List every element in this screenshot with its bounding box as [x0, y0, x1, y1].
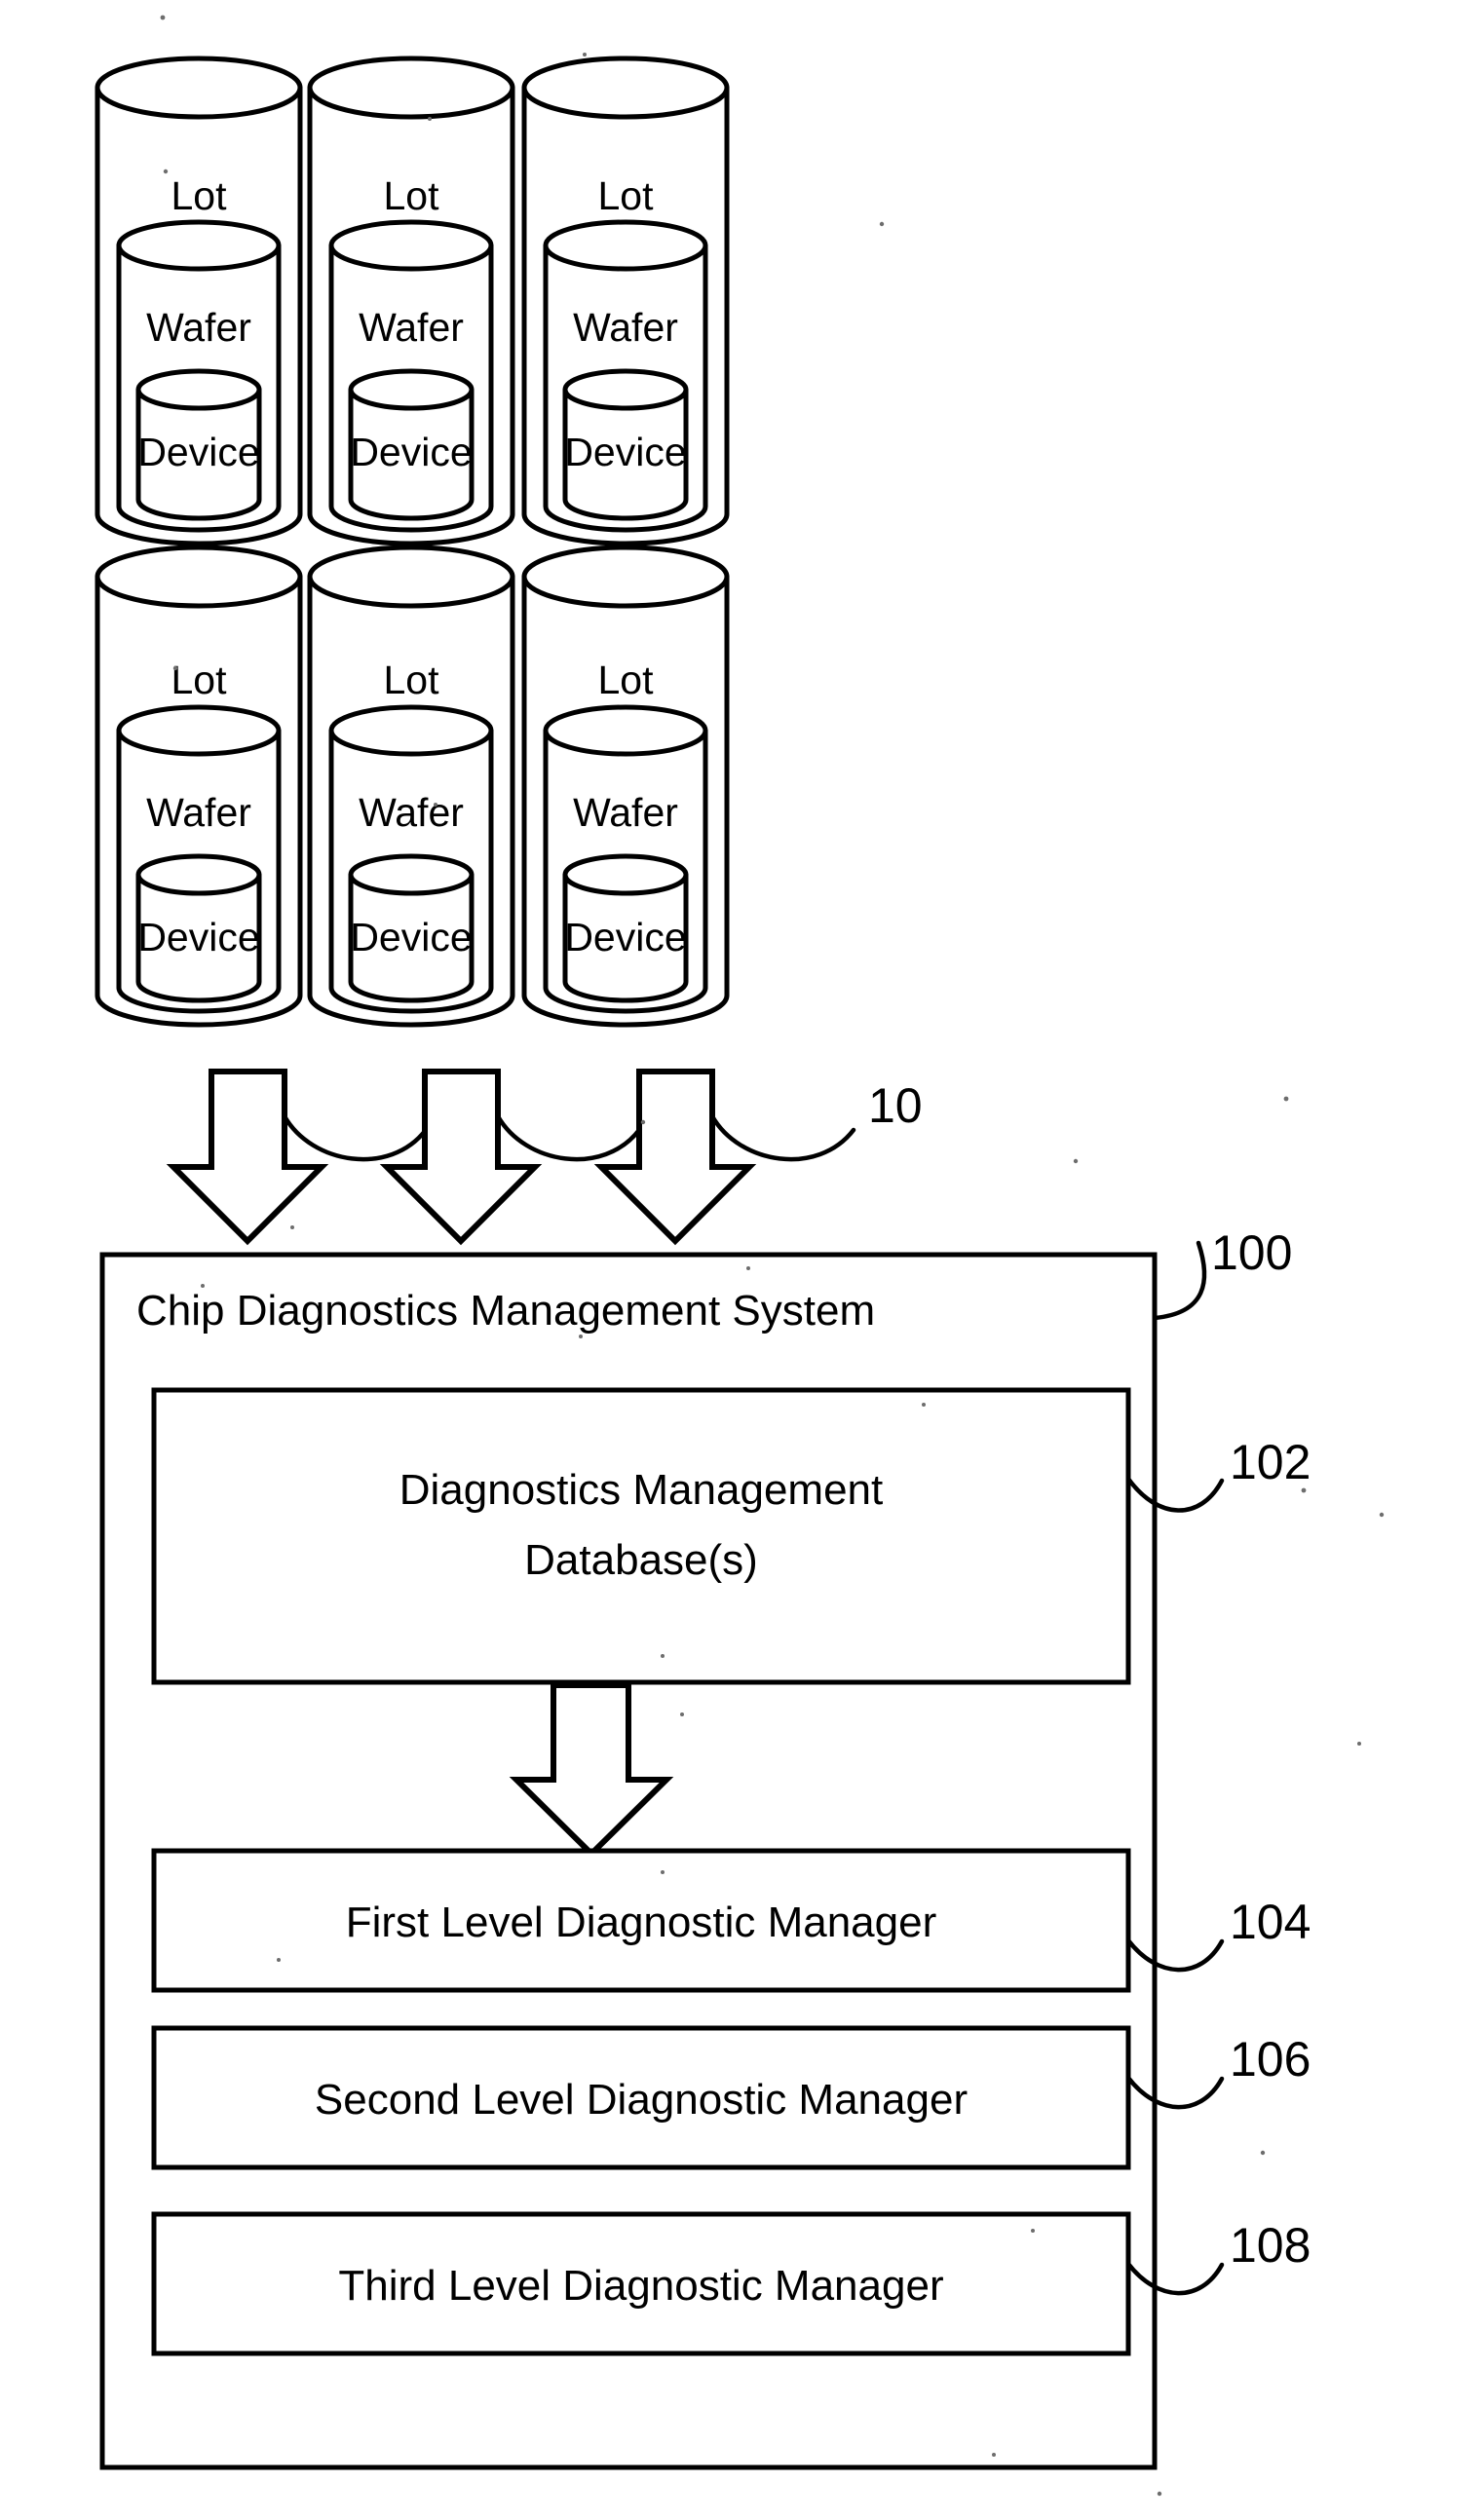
- data-source-stack: Lot Wafer Device: [521, 545, 730, 1028]
- data-source-stack: Lot Wafer Device: [95, 545, 303, 1028]
- reference-numeral-108: 108: [1230, 2218, 1311, 2273]
- cylinder-device-label: Device: [350, 430, 472, 474]
- data-source-stack: Lot Wafer Device: [521, 56, 730, 546]
- manager-label-second: Second Level Diagnostic Manager: [315, 2076, 968, 2124]
- system-title: Chip Diagnostics Management System: [136, 1287, 875, 1335]
- reference-numeral-102: 102: [1230, 1435, 1311, 1489]
- reference-numeral-104: 104: [1230, 1895, 1311, 1949]
- manager-label-first: First Level Diagnostic Manager: [346, 1899, 936, 1946]
- cylinder-device-label: Device: [564, 430, 686, 474]
- cylinder-device-label: Device: [350, 915, 472, 959]
- cylinder-wafer-label: Wafer: [146, 790, 251, 835]
- cylinder-device-label: Device: [137, 915, 259, 959]
- cylinder-device-label: Device: [564, 915, 686, 959]
- database-label-line2: Database(s): [524, 1536, 758, 1584]
- leader-line-100: [1152, 1240, 1207, 1321]
- cylinder-lot-label: Lot: [384, 658, 440, 702]
- cylinder-wafer-label: Wafer: [146, 305, 251, 350]
- patent-figure: Lot Wafer Device Lot Wafer Device Lot Wa…: [0, 0, 1482, 2520]
- cylinder-wafer-label: Wafer: [573, 790, 678, 835]
- data-source-stack: Lot Wafer Device: [307, 56, 515, 546]
- data-source-stack: Lot Wafer Device: [307, 545, 515, 1028]
- cylinder-lot-label: Lot: [598, 173, 655, 218]
- manager-label-third: Third Level Diagnostic Manager: [338, 2262, 943, 2310]
- cylinder-wafer-label: Wafer: [359, 790, 464, 835]
- leader-line: [282, 1113, 429, 1162]
- cylinder-wafer-label: Wafer: [359, 305, 464, 350]
- reference-numeral: 10: [868, 1078, 923, 1133]
- data-source-stack: Lot Wafer Device: [95, 56, 303, 546]
- cylinder-lot-label: Lot: [171, 658, 228, 702]
- down-arrow-icon: [166, 1069, 329, 1246]
- leader-line: [709, 1113, 856, 1162]
- cylinder-lot-label: Lot: [171, 173, 228, 218]
- flow-arrow-group: 10: [593, 1069, 923, 1246]
- leader-line: [495, 1113, 642, 1162]
- cylinder-wafer-label: Wafer: [573, 305, 678, 350]
- cylinder-lot-label: Lot: [598, 658, 655, 702]
- reference-numeral-106: 106: [1230, 2032, 1311, 2087]
- reference-numeral-100: 100: [1211, 1225, 1292, 1280]
- down-arrow-icon: [593, 1069, 757, 1246]
- database-label-line1: Diagnostics Management: [399, 1466, 883, 1514]
- cylinder-device-label: Device: [137, 430, 259, 474]
- down-arrow-icon: [379, 1069, 543, 1246]
- cylinder-lot-label: Lot: [384, 173, 440, 218]
